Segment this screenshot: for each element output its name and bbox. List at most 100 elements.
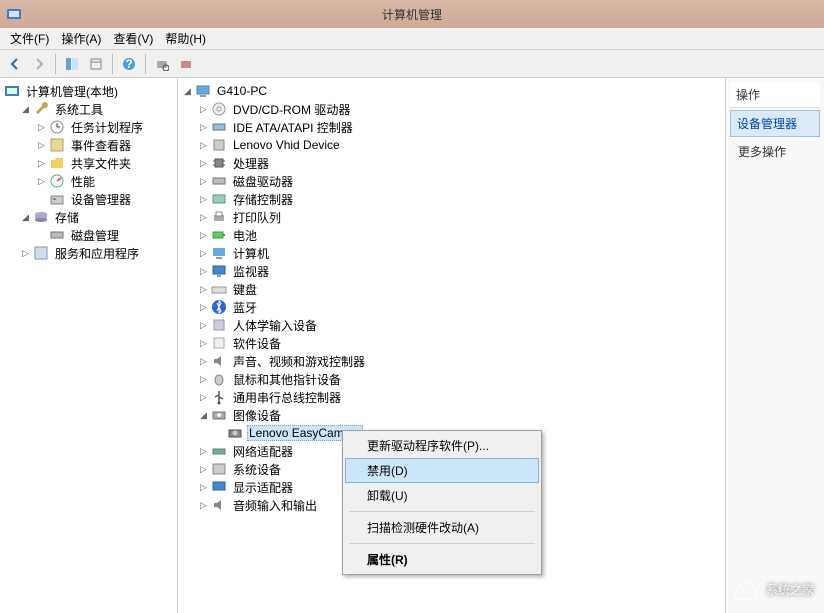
context-disable[interactable]: 禁用(D) (345, 458, 539, 483)
device-root[interactable]: ◢G410-PC (180, 82, 723, 100)
collapse-icon[interactable]: ◢ (20, 212, 31, 223)
tree-shared-folders[interactable]: ▷共享文件夹 (2, 154, 175, 172)
refresh-toolbar-button[interactable] (175, 53, 197, 75)
help-button[interactable]: ? (118, 53, 140, 75)
device-computer[interactable]: ▷计算机 (180, 244, 723, 262)
scan-hardware-toolbar-button[interactable] (151, 53, 173, 75)
actions-more[interactable]: 更多操作 (730, 137, 820, 166)
toolbar-separator (145, 54, 146, 74)
expand-icon[interactable]: ▷ (20, 248, 31, 259)
properties-toolbar-button[interactable] (85, 53, 107, 75)
device-icon (211, 137, 227, 153)
context-properties[interactable]: 属性(R) (345, 547, 539, 572)
tree-services-apps[interactable]: ▷服务和应用程序 (2, 244, 175, 262)
expand-icon[interactable]: ▷ (198, 464, 209, 475)
device-print-queues[interactable]: ▷打印队列 (180, 208, 723, 226)
usb-icon (211, 389, 227, 405)
ide-icon (211, 119, 227, 135)
expand-icon[interactable]: ▷ (198, 194, 209, 205)
expand-icon[interactable]: ▷ (198, 320, 209, 331)
expand-icon[interactable]: ▷ (198, 212, 209, 223)
expand-icon[interactable]: ▷ (198, 446, 209, 457)
expand-icon[interactable]: ▷ (198, 266, 209, 277)
tree-event-viewer[interactable]: ▷事件查看器 (2, 136, 175, 154)
device-keyboards[interactable]: ▷键盘 (180, 280, 723, 298)
expand-icon[interactable]: ▷ (198, 248, 209, 259)
menu-help[interactable]: 帮助(H) (159, 28, 212, 49)
tree-performance[interactable]: ▷性能 (2, 172, 175, 190)
forward-button[interactable] (28, 53, 50, 75)
collapse-icon[interactable]: ◢ (20, 104, 31, 115)
collapse-icon[interactable]: ◢ (182, 86, 193, 97)
expand-icon[interactable]: ▷ (198, 284, 209, 295)
spacer (36, 194, 47, 205)
show-hide-tree-button[interactable] (61, 53, 83, 75)
tree-root-computer-management[interactable]: 计算机管理(本地) (2, 82, 175, 100)
menu-action[interactable]: 操作(A) (55, 28, 107, 49)
device-usb[interactable]: ▷通用串行总线控制器 (180, 388, 723, 406)
device-disk-drives[interactable]: ▷磁盘驱动器 (180, 172, 723, 190)
left-tree-panel: 计算机管理(本地) ◢系统工具 ▷任务计划程序 ▷事件查看器 ▷共享文件夹 ▷性… (0, 78, 178, 613)
device-hid[interactable]: ▷人体学输入设备 (180, 316, 723, 334)
camera-icon (227, 425, 243, 441)
printer-icon (211, 209, 227, 225)
back-button[interactable] (4, 53, 26, 75)
device-batteries[interactable]: ▷电池 (180, 226, 723, 244)
window-title: 计算机管理 (382, 6, 442, 23)
expand-icon[interactable]: ▷ (198, 176, 209, 187)
device-imaging[interactable]: ◢图像设备 (180, 406, 723, 424)
storage-icon (33, 209, 49, 225)
device-bluetooth[interactable]: ▷蓝牙 (180, 298, 723, 316)
hdd-icon (211, 173, 227, 189)
expand-icon[interactable]: ▷ (36, 176, 47, 187)
tree-device-manager[interactable]: 设备管理器 (2, 190, 175, 208)
cpu-icon (211, 155, 227, 171)
context-separator (349, 511, 535, 512)
tree-task-scheduler[interactable]: ▷任务计划程序 (2, 118, 175, 136)
context-scan-hardware[interactable]: 扫描检测硬件改动(A) (345, 515, 539, 540)
expand-icon[interactable]: ▷ (198, 500, 209, 511)
menu-view[interactable]: 查看(V) (107, 28, 159, 49)
tree-storage[interactable]: ◢存储 (2, 208, 175, 226)
expand-icon[interactable]: ▷ (198, 140, 209, 151)
collapse-icon[interactable]: ◢ (198, 410, 209, 421)
toolbar-separator (55, 54, 56, 74)
expand-icon[interactable]: ▷ (36, 122, 47, 133)
app-icon (6, 6, 22, 22)
expand-icon[interactable]: ▷ (198, 482, 209, 493)
expand-icon[interactable]: ▷ (36, 140, 47, 151)
context-separator (349, 543, 535, 544)
device-lenovo-vhid[interactable]: ▷Lenovo Vhid Device (180, 136, 723, 154)
context-uninstall[interactable]: 卸载(U) (345, 483, 539, 508)
expand-icon[interactable]: ▷ (36, 158, 47, 169)
expand-icon[interactable]: ▷ (198, 392, 209, 403)
tree-system-tools[interactable]: ◢系统工具 (2, 100, 175, 118)
expand-icon[interactable]: ▷ (198, 158, 209, 169)
device-dvd[interactable]: ▷DVD/CD-ROM 驱动器 (180, 100, 723, 118)
actions-device-manager[interactable]: 设备管理器 (730, 110, 820, 137)
dvd-icon (211, 101, 227, 117)
sound-icon (211, 353, 227, 369)
expand-icon[interactable]: ▷ (198, 374, 209, 385)
device-sound[interactable]: ▷声音、视频和游戏控制器 (180, 352, 723, 370)
context-menu: 更新驱动程序软件(P)... 禁用(D) 卸载(U) 扫描检测硬件改动(A) 属… (342, 430, 542, 575)
hid-icon (211, 317, 227, 333)
performance-icon (49, 173, 65, 189)
network-icon (211, 443, 227, 459)
context-update-driver[interactable]: 更新驱动程序软件(P)... (345, 433, 539, 458)
expand-icon[interactable]: ▷ (198, 230, 209, 241)
device-monitors[interactable]: ▷监视器 (180, 262, 723, 280)
device-mice[interactable]: ▷鼠标和其他指针设备 (180, 370, 723, 388)
device-manager-icon (49, 191, 65, 207)
menu-file[interactable]: 文件(F) (4, 28, 55, 49)
expand-icon[interactable]: ▷ (198, 104, 209, 115)
device-storage-controllers[interactable]: ▷存储控制器 (180, 190, 723, 208)
expand-icon[interactable]: ▷ (198, 356, 209, 367)
device-software-devices[interactable]: ▷软件设备 (180, 334, 723, 352)
device-processors[interactable]: ▷处理器 (180, 154, 723, 172)
expand-icon[interactable]: ▷ (198, 338, 209, 349)
device-ide[interactable]: ▷IDE ATA/ATAPI 控制器 (180, 118, 723, 136)
tree-disk-management[interactable]: 磁盘管理 (2, 226, 175, 244)
expand-icon[interactable]: ▷ (198, 122, 209, 133)
expand-icon[interactable]: ▷ (198, 302, 209, 313)
